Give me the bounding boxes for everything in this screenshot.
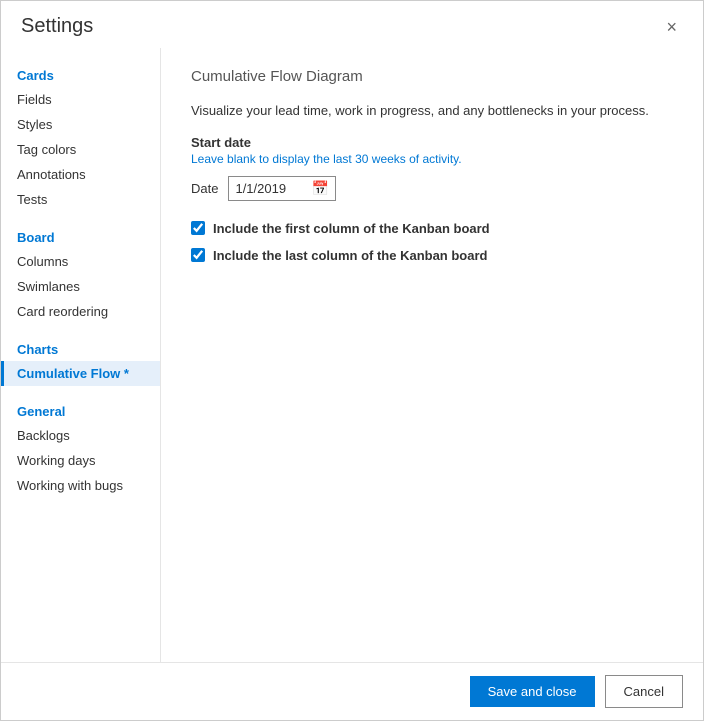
sidebar-item-working-days[interactable]: Working days xyxy=(1,448,160,473)
sidebar-item-columns[interactable]: Columns xyxy=(1,249,160,274)
settings-dialog: Settings × Cards Fields Styles Tag color… xyxy=(0,0,704,721)
main-content: Cumulative Flow Diagram Visualize your l… xyxy=(161,48,703,662)
sidebar-item-tag-colors[interactable]: Tag colors xyxy=(1,137,160,162)
sidebar-section-charts: Charts xyxy=(1,332,160,361)
sidebar-item-tests[interactable]: Tests xyxy=(1,187,160,212)
close-button[interactable]: × xyxy=(660,16,683,38)
sidebar-item-swimlanes[interactable]: Swimlanes xyxy=(1,274,160,299)
sidebar-item-working-with-bugs[interactable]: Working with bugs xyxy=(1,473,160,498)
include-first-column-label: Include the first column of the Kanban b… xyxy=(213,221,490,236)
date-row: Date 📅 xyxy=(191,176,673,201)
dialog-title: Settings xyxy=(21,15,93,38)
sidebar-section-board: Board xyxy=(1,220,160,249)
sidebar-item-backlogs[interactable]: Backlogs xyxy=(1,423,160,448)
sidebar-section-cards: Cards xyxy=(1,58,160,87)
date-input[interactable] xyxy=(235,181,305,196)
sidebar: Cards Fields Styles Tag colors Annotatio… xyxy=(1,48,161,662)
sidebar-section-general: General xyxy=(1,394,160,423)
include-last-column-label: Include the last column of the Kanban bo… xyxy=(213,248,487,263)
include-last-column-checkbox[interactable] xyxy=(191,248,205,262)
sidebar-item-annotations[interactable]: Annotations xyxy=(1,162,160,187)
sidebar-item-fields[interactable]: Fields xyxy=(1,87,160,112)
save-and-close-button[interactable]: Save and close xyxy=(470,676,595,707)
start-date-label: Start date xyxy=(191,135,673,150)
dialog-header: Settings × xyxy=(1,1,703,48)
dialog-body: Cards Fields Styles Tag colors Annotatio… xyxy=(1,48,703,662)
sidebar-item-styles[interactable]: Styles xyxy=(1,112,160,137)
sidebar-item-cumulative-flow[interactable]: Cumulative Flow * xyxy=(1,361,160,386)
description-text: Visualize your lead time, work in progre… xyxy=(191,101,673,121)
cancel-button[interactable]: Cancel xyxy=(605,675,683,708)
include-first-column-checkbox[interactable] xyxy=(191,221,205,235)
checkbox-row-last-column: Include the last column of the Kanban bo… xyxy=(191,248,673,263)
start-date-hint: Leave blank to display the last 30 weeks… xyxy=(191,152,673,166)
dialog-footer: Save and close Cancel xyxy=(1,662,703,720)
calendar-icon[interactable]: 📅 xyxy=(311,180,328,197)
sidebar-item-card-reordering[interactable]: Card reordering xyxy=(1,299,160,324)
date-input-wrap: 📅 xyxy=(228,176,335,201)
date-label: Date xyxy=(191,181,218,196)
content-title: Cumulative Flow Diagram xyxy=(191,68,673,85)
checkbox-row-first-column: Include the first column of the Kanban b… xyxy=(191,221,673,236)
